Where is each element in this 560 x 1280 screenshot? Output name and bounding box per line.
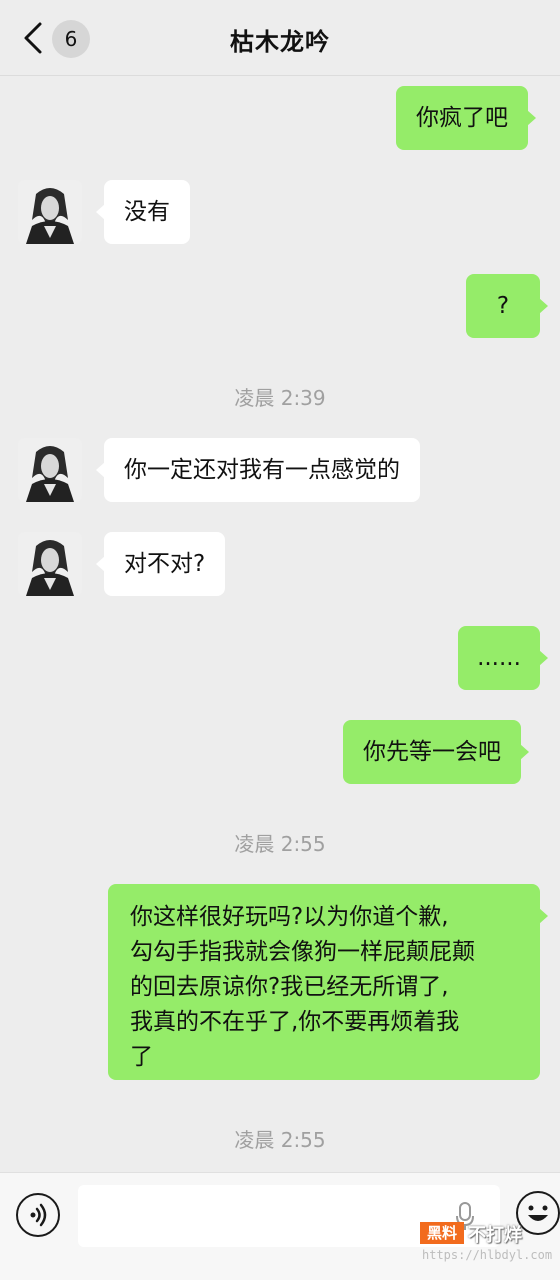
outgoing-message[interactable]: ? (466, 274, 548, 338)
watermark-url: https://hlbdyl.com (422, 1248, 553, 1262)
message-text: 你一定还对我有一点感觉的 (124, 456, 400, 483)
contact-avatar[interactable] (18, 438, 82, 502)
incoming-message[interactable]: 对不对? (95, 532, 226, 596)
message-line: 勾勾手指我就会像狗一样屁颠屁颠 (130, 939, 475, 965)
chat-title: 枯木龙吟 (230, 28, 330, 56)
message-line: 我真的不在乎了,你不要再烦着我 (130, 1009, 460, 1035)
message-text: 你先等一会吧 (363, 738, 501, 765)
contact-avatar[interactable] (18, 532, 82, 596)
outgoing-message[interactable]: 你先等一会吧 (343, 720, 529, 784)
outgoing-message[interactable]: 你这样很好玩吗?以为你道个歉, 勾勾手指我就会像狗一样屁颠屁颠 的回去原谅你?我… (108, 884, 548, 1080)
message-text: 对不对? (124, 550, 206, 577)
message-line: 你这样很好玩吗?以为你道个歉, (130, 904, 449, 930)
watermark: 黑料 不打烊 https://hlbdyl.com (420, 1218, 560, 1278)
timestamp: 凌晨 2:55 (234, 832, 326, 856)
timestamp: 凌晨 2:39 (234, 386, 326, 410)
message-text: ? (496, 292, 510, 319)
chat-header: 6 枯木龙吟 (0, 0, 560, 76)
avatar-image (18, 438, 82, 502)
message-line: 的回去原谅你?我已经无所谓了, (130, 974, 449, 1000)
watermark-logo-box: 黑料 (420, 1222, 464, 1244)
timestamp: 凌晨 2:55 (234, 1128, 326, 1152)
contact-avatar[interactable] (18, 180, 82, 244)
avatar-image (18, 180, 82, 244)
message-text: 你疯了吧 (416, 104, 508, 131)
outgoing-message[interactable]: ...... (458, 626, 548, 690)
voice-input-button[interactable] (16, 1193, 60, 1237)
avatar-image (18, 532, 82, 596)
message-text: ...... (477, 644, 521, 671)
incoming-message[interactable]: 没有 (96, 180, 190, 244)
incoming-message[interactable]: 你一定还对我有一点感觉的 (96, 438, 420, 502)
message-line: 了 (130, 1044, 153, 1070)
outgoing-message[interactable]: 你疯了吧 (396, 86, 536, 150)
message-text: 没有 (124, 198, 170, 225)
voice-icon (30, 1203, 47, 1227)
watermark-text: 不打烊 (468, 1225, 522, 1246)
